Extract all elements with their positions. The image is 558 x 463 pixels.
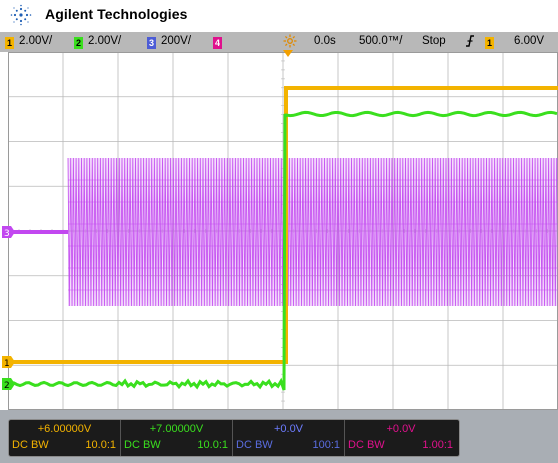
ch1-badge: 1 xyxy=(5,37,14,49)
ch3-scale: 200V/ xyxy=(161,35,192,47)
agilent-spark-icon xyxy=(10,4,32,26)
ch4-info-value: +0.0V xyxy=(386,423,416,435)
time-base[interactable]: 500.0™/ xyxy=(359,35,402,47)
ch3-scale-indicator[interactable]: 3 200V/ xyxy=(147,35,191,49)
time-delay[interactable]: 0.0s xyxy=(314,35,336,47)
ch1-info-probe: 10.0:1 xyxy=(85,439,116,451)
ch2-badge: 2 xyxy=(74,37,83,49)
channel-info-bar: +6.00000V DC BW 10.0:1 +7.00000V DC BW 1… xyxy=(8,419,460,457)
ch2-info-coupling: DC BW xyxy=(124,439,161,451)
ch3-info-value: +0.0V xyxy=(273,423,304,435)
ch4-info-probe: 1.00:1 xyxy=(422,439,453,451)
ch4-info[interactable]: +0.0V DC BW 1.00:1 xyxy=(345,420,457,456)
ch1-info-coupling: DC BW xyxy=(12,439,49,451)
ch2-info-value: +7.00000V xyxy=(149,423,204,435)
ch1-scale-indicator[interactable]: 1 2.00V/ xyxy=(5,35,52,49)
brand-name: Agilent Technologies xyxy=(45,6,188,22)
ch2-ground-marker[interactable]: 2 xyxy=(2,378,16,390)
run-state[interactable]: Stop xyxy=(422,35,446,47)
ch4-scale-indicator[interactable]: 4 xyxy=(213,35,227,49)
ch3-info[interactable]: +0.0V DC BW 100:1 xyxy=(233,420,345,456)
ch3-info-probe: 100:1 xyxy=(312,439,340,451)
ch2-scale: 2.00V/ xyxy=(88,35,122,47)
ch1-info[interactable]: +6.00000V DC BW 10.0:1 xyxy=(9,420,121,456)
ch2-info-probe: 10.0:1 xyxy=(197,439,228,451)
ch3-badge: 3 xyxy=(147,37,156,49)
ch2-scale-indicator[interactable]: 2 2.00V/ xyxy=(74,35,121,49)
trigger-source-badge: 1 xyxy=(485,37,494,49)
ch1-marker-label: 1 xyxy=(4,359,10,368)
ch1-ground-marker[interactable]: 1 xyxy=(2,356,16,368)
brand-header: Agilent Technologies xyxy=(0,0,558,30)
ch4-badge: 4 xyxy=(213,37,222,49)
ch2-marker-label: 2 xyxy=(4,381,10,390)
ch3-info-coupling: DC BW xyxy=(236,439,273,451)
ch1-info-value: +6.00000V xyxy=(37,423,92,435)
ch3-ground-marker[interactable]: 3 xyxy=(2,226,16,238)
ch1-scale: 2.00V/ xyxy=(19,35,53,47)
ch2-info[interactable]: +7.00000V DC BW 10.0:1 xyxy=(121,420,233,456)
trigger-level[interactable]: 6.00V xyxy=(514,35,544,47)
scope-status-bar: 1 2.00V/ 2 2.00V/ 3 200V/ 4 0.0s 500.0™/ St… xyxy=(0,32,558,52)
ch4-info-coupling: DC BW xyxy=(348,439,385,451)
trigger-source[interactable]: 1 xyxy=(485,35,499,49)
trigger-position-marker[interactable] xyxy=(283,50,293,58)
trigger-position-icon xyxy=(283,34,297,51)
rising-edge-icon[interactable] xyxy=(465,34,475,51)
waveform-display[interactable]: 3 1 2 xyxy=(2,50,558,410)
ch3-marker-label: 3 xyxy=(4,229,10,238)
